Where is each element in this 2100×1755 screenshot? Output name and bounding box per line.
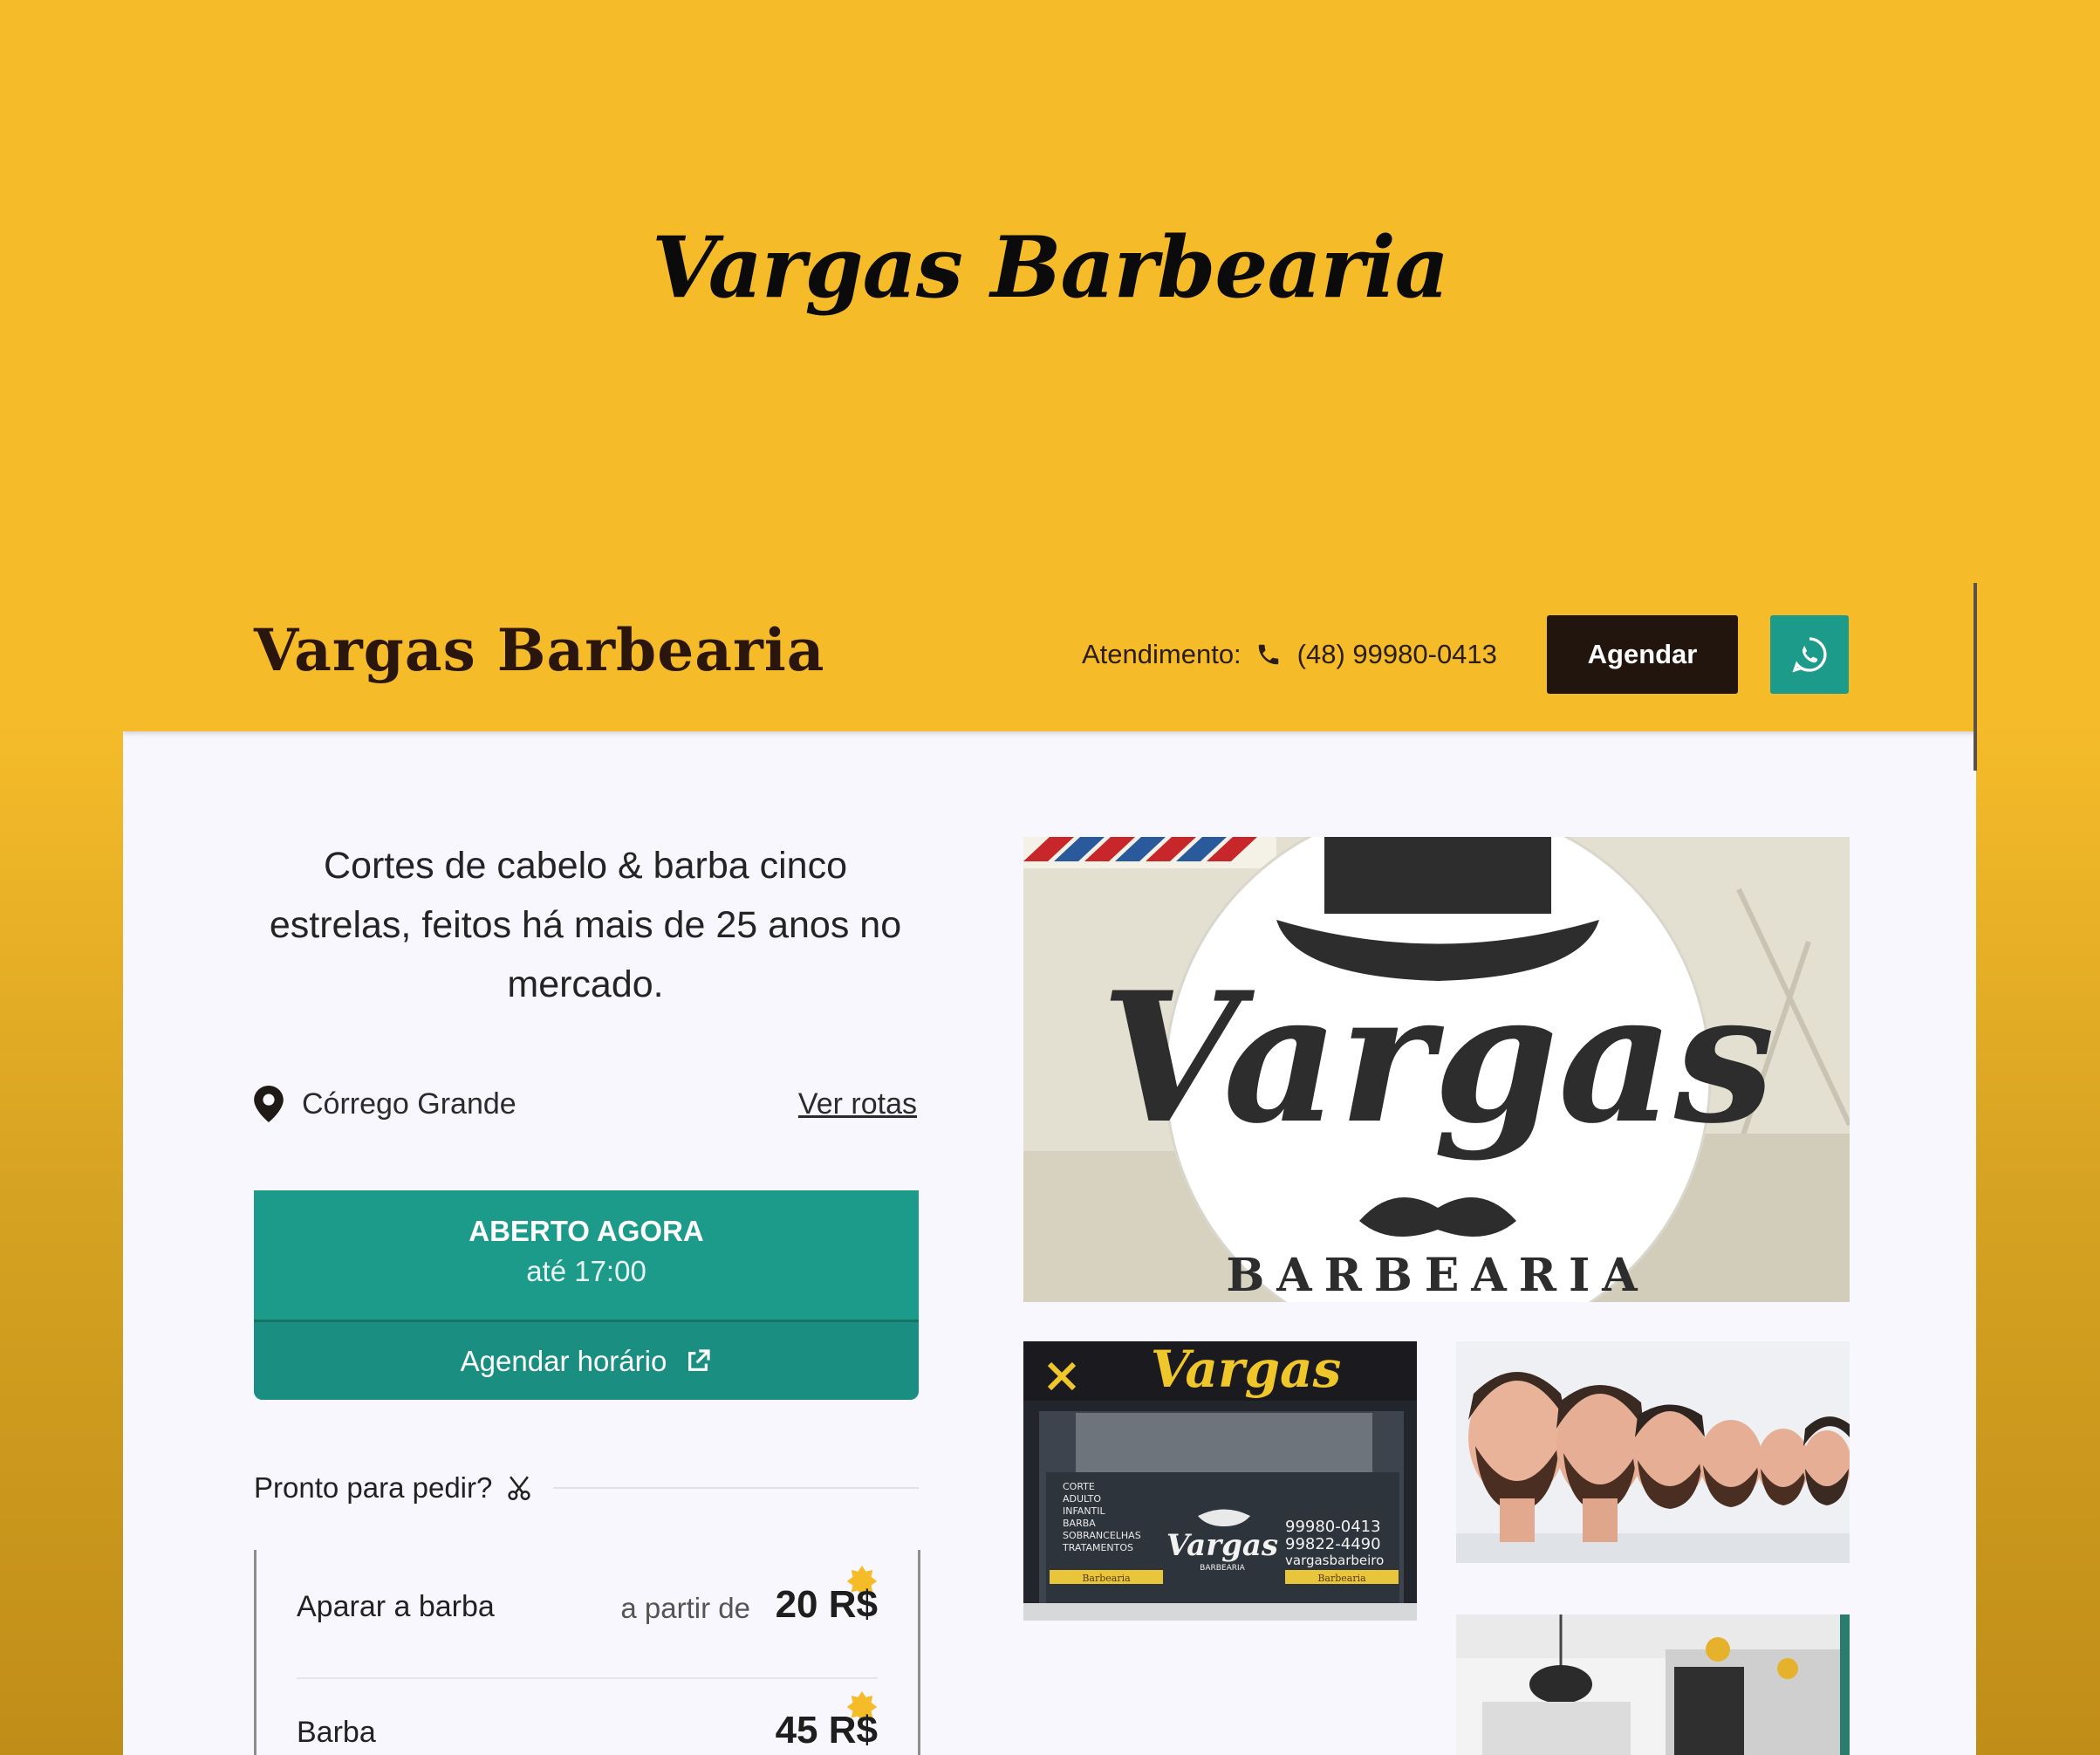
storefront-service: CORTE <box>1063 1481 1095 1492</box>
whatsapp-button[interactable] <box>1770 615 1849 694</box>
logo-ring-text: BARBEARIA <box>1226 1249 1649 1302</box>
gallery-storefront-image[interactable]: Vargas CORTE ADULTO INFANTIL BARBA SOBRA… <box>1023 1341 1417 1621</box>
hero-title: Vargas Barbearia <box>652 218 1449 317</box>
menu-item-name: Barba <box>297 1716 376 1749</box>
storefront-phone: 99822-4490 <box>1285 1535 1381 1553</box>
mannequin-artwork <box>1456 1341 1850 1563</box>
storefront-sticker: Barbearia <box>1317 1573 1366 1584</box>
menu-item[interactable]: Aparar a barba a partir de 20 R$ <box>297 1550 878 1646</box>
contact-label: Atendimento: <box>1082 639 1242 669</box>
storefront-service: INFANTIL <box>1063 1505 1106 1517</box>
storefront-service: ADULTO <box>1063 1493 1101 1505</box>
phone-number[interactable]: (48) 99980-0413 <box>1297 639 1497 670</box>
book-appointment-button[interactable]: Agendar horário <box>254 1322 919 1400</box>
location-name: Córrego Grande <box>302 1087 516 1121</box>
menu-heading: Pronto para pedir? <box>254 1471 493 1504</box>
interior-artwork <box>1456 1614 1850 1755</box>
menu-heading-row: Pronto para pedir? <box>254 1466 919 1510</box>
opening-status-card: ABERTO AGORA até 17:00 Agendar horário <box>254 1190 919 1400</box>
storefront-service: SOBRANCELHAS <box>1063 1530 1141 1541</box>
storefront-service: BARBA <box>1063 1518 1096 1529</box>
open-until-label: até 17:00 <box>526 1255 646 1287</box>
menu-item-price: 20 R$ <box>775 1583 878 1626</box>
external-link-icon <box>688 1348 710 1371</box>
scrollbar[interactable] <box>1973 583 1977 771</box>
site-header: Vargas Barbearia Atendimento: (48) 99980… <box>123 583 1976 731</box>
menu-item[interactable]: Barba 45 R$ <box>297 1677 878 1755</box>
site-logo[interactable]: Vargas Barbearia <box>254 616 825 684</box>
schedule-button[interactable]: Agendar <box>1547 615 1738 694</box>
divider <box>553 1487 919 1489</box>
service-menu: Aparar a barba a partir de 20 R$ Barba 4… <box>254 1550 920 1755</box>
phone-icon <box>1258 644 1278 665</box>
storefront-sticker: Barbearia <box>1082 1573 1131 1584</box>
book-appointment-label: Agendar horário <box>460 1344 667 1377</box>
open-now-label: ABERTO AGORA <box>469 1215 704 1247</box>
opening-status: ABERTO AGORA até 17:00 <box>254 1190 919 1322</box>
gallery-mannequin-image[interactable] <box>1456 1341 1850 1563</box>
location-row: Córrego Grande Ver rotas <box>254 1082 917 1126</box>
gallery-interior-image[interactable] <box>1456 1614 1850 1755</box>
menu-item-name: Aparar a barba <box>297 1590 495 1623</box>
storefront-artwork: Vargas CORTE ADULTO INFANTIL BARBA SOBRA… <box>1023 1341 1417 1621</box>
storefront-service: TRATAMENTOS <box>1062 1542 1133 1553</box>
whatsapp-icon <box>1792 637 1827 673</box>
contact-info: Atendimento: (48) 99980-0413 <box>1082 637 1497 672</box>
routes-link[interactable]: Ver rotas <box>798 1087 917 1121</box>
website-preview: Vargas Barbearia Atendimento: (48) 99980… <box>123 583 1976 1755</box>
gallery-logo-image[interactable]: Vargas BARBEARIA <box>1023 837 1850 1302</box>
logo-artwork: Vargas BARBEARIA <box>1023 837 1850 1302</box>
storefront-sign-text: Vargas <box>1151 1341 1342 1399</box>
logo-script-text: Vargas <box>1101 954 1775 1163</box>
scissors-icon <box>508 1476 530 1501</box>
location-pin-icon <box>254 1086 284 1122</box>
tagline: Cortes de cabelo & barba cinco estrelas,… <box>269 845 902 1005</box>
storefront-window-logo: Vargas <box>1166 1528 1278 1563</box>
storefront-phone: 99980-0413 <box>1285 1518 1381 1536</box>
menu-item-price-prefix: a partir de <box>620 1592 750 1624</box>
menu-item-price: 45 R$ <box>775 1709 878 1752</box>
storefront-window-sub: BARBEARIA <box>1200 1564 1246 1573</box>
storefront-handle: vargasbarbeiro <box>1285 1553 1384 1568</box>
